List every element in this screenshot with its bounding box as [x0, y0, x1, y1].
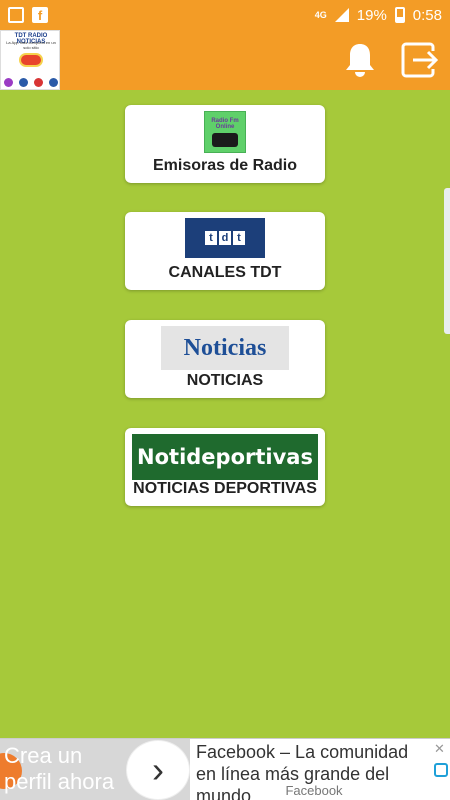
- ad-left-line: perfil ahora: [4, 769, 115, 794]
- side-drawer-handle[interactable]: [444, 188, 450, 334]
- app-bar: TDT RADIO NOTICIAS La App más completa e…: [0, 30, 450, 90]
- logo-dots: [4, 78, 58, 87]
- tdt-logo: t d t: [205, 231, 245, 245]
- menu-item-deportivas[interactable]: Notideportivas NOTICIAS DEPORTIVAS: [125, 428, 325, 506]
- tdt-thumbnail: t d t: [185, 218, 265, 258]
- tdt-letter: t: [233, 231, 245, 245]
- adchoices-icon[interactable]: [434, 763, 448, 777]
- dot-icon: [34, 78, 43, 87]
- menu-item-noticias[interactable]: Noticias NOTICIAS: [125, 320, 325, 398]
- battery-percent: 19%: [356, 6, 387, 24]
- status-bar: f 4G 19% 0:58: [0, 0, 450, 30]
- menu-item-label: NOTICIAS: [186, 372, 264, 389]
- ad-left-text: Crea un perfil ahora: [4, 743, 114, 795]
- facebook-icon: f: [32, 7, 48, 23]
- clock: 0:58: [412, 6, 442, 24]
- dot-icon: [49, 78, 58, 87]
- dot-icon: [19, 78, 28, 87]
- ad-source: Facebook: [285, 783, 343, 798]
- menu-item-label: CANALES TDT: [168, 264, 282, 281]
- chevron-right-icon[interactable]: ›: [126, 740, 190, 800]
- logo-subtitle: La App más completa en un solo sitio: [6, 40, 56, 50]
- bell-icon[interactable]: [343, 41, 377, 79]
- radio-thumb-text: Radio Fm Online: [211, 117, 239, 130]
- menu-item-tdt[interactable]: t d t CANALES TDT: [125, 212, 325, 290]
- square-app-icon: [8, 7, 24, 23]
- menu-item-label: Emisoras de Radio: [152, 157, 298, 174]
- menu-item-radio[interactable]: Radio Fm Online Emisoras de Radio: [125, 105, 325, 183]
- noticias-thumbnail: Noticias: [161, 326, 289, 370]
- close-icon[interactable]: ✕: [434, 741, 445, 757]
- dot-icon: [4, 78, 13, 87]
- menu-item-label: NOTICIAS DEPORTIVAS: [133, 480, 317, 497]
- ad-left-line: Crea un: [4, 743, 83, 768]
- battery-icon: [394, 7, 405, 23]
- network-label: 4G: [314, 9, 327, 20]
- ad-banner[interactable]: Crea un perfil ahora › Facebook – La com…: [0, 738, 450, 800]
- exit-icon[interactable]: [400, 41, 440, 79]
- app-logo[interactable]: TDT RADIO NOTICIAS La App más completa e…: [0, 30, 60, 90]
- signal-icon: [334, 8, 349, 22]
- tdt-letter: d: [219, 231, 231, 245]
- tdt-letter: t: [205, 231, 217, 245]
- radio-thumbnail: Radio Fm Online: [204, 111, 246, 153]
- sports-thumbnail: Notideportivas: [132, 434, 318, 480]
- boombox-icon: [212, 132, 238, 147]
- radio-logo-icon: [19, 53, 43, 67]
